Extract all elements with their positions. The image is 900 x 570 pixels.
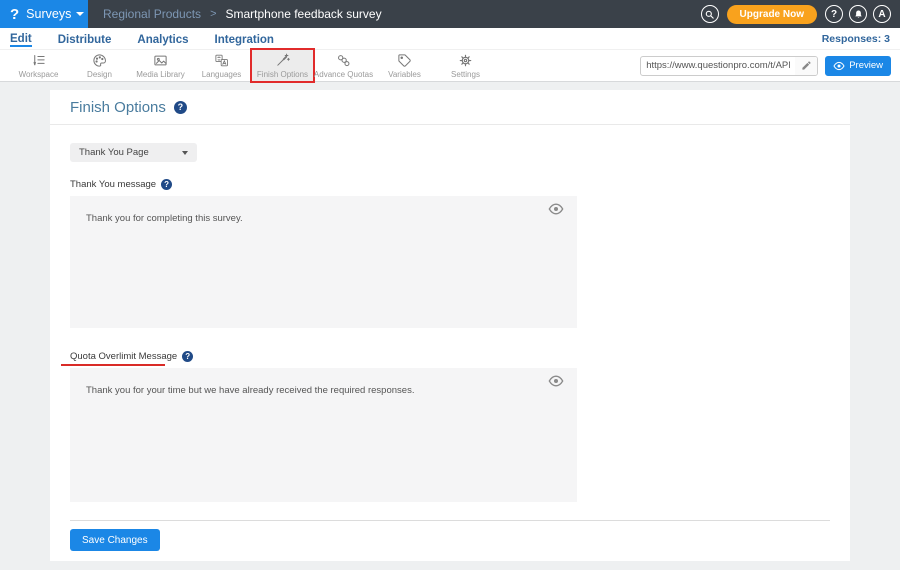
survey-url-box [640,56,818,76]
help-button[interactable]: ? [825,5,843,23]
toolbar-item-settings[interactable]: Settings [435,50,496,81]
quota-overlimit-label-text: Quota Overlimit Message [70,351,177,362]
toolbar-item-media-library[interactable]: Media Library [130,50,191,81]
top-bar: ? Surveys Regional Products > Smartphone… [0,0,900,28]
chevron-down-icon [76,12,84,16]
toolbar-item-label: Design [87,70,112,79]
breadcrumb-survey-title: Smartphone feedback survey [226,7,382,21]
thank-you-preview-button[interactable] [547,201,564,218]
question-mark-icon: ? [831,9,837,20]
thank-you-message-section: Thank You message ? Thank you for comple… [70,179,830,328]
toolbar-item-workspace[interactable]: Workspace [8,50,69,81]
survey-url-input[interactable] [641,60,795,71]
toolbar-item-languages[interactable]: Languages [191,50,252,81]
toolbar-item-variables[interactable]: Variables [374,50,435,81]
bell-icon [853,9,864,20]
image-icon [153,53,168,68]
search-icon [704,9,715,20]
toolbar-item-design[interactable]: Design [69,50,130,81]
toolbar-item-label: Variables [388,70,421,79]
avatar-initial: A [878,9,885,20]
chain-icon [336,53,351,68]
tab-integration[interactable]: Integration [215,32,274,46]
thank-you-message-textarea[interactable]: Thank you for completing this survey. [70,196,577,328]
toolbar-right: Preview [640,56,900,76]
chevron-down-icon [182,151,188,155]
footer-divider [70,520,830,521]
surveys-menu[interactable]: Surveys [26,7,84,21]
responses-count[interactable]: Responses: 3 [822,33,890,45]
tab-distribute[interactable]: Distribute [58,32,112,46]
pencil-icon [801,60,812,71]
palette-icon [92,53,107,68]
quota-overlimit-preview-button[interactable] [547,373,564,390]
quota-overlimit-section: Quota Overlimit Message ? Thank you for … [70,351,830,502]
surveys-menu-label: Surveys [26,7,71,21]
tag-icon [397,53,412,68]
quota-overlimit-label-row: Quota Overlimit Message ? [70,351,830,362]
thank-you-message-field-wrap: Thank you for completing this survey. [70,196,577,328]
panel-header: Finish Options ? [50,90,850,125]
toolbar-item-advance-quotas[interactable]: Advance Quotas [313,50,374,81]
toolbar-item-label: Languages [202,70,242,79]
thank-you-help-icon[interactable]: ? [161,179,172,190]
account-avatar[interactable]: A [873,5,891,23]
breadcrumb-separator: > [210,8,216,20]
survey-nav-tabs: Edit Distribute Analytics Integration Re… [0,28,900,49]
workspace-icon [31,53,46,68]
finish-options-help-icon[interactable]: ? [174,101,187,114]
page-title: Finish Options [70,99,166,116]
app-logo-menu[interactable]: ? Surveys [0,0,88,28]
gear-icon [458,53,473,68]
finish-type-dropdown[interactable]: Thank You Page [70,143,197,162]
thank-you-message-label: Thank You message [70,179,156,190]
quota-overlimit-label: Quota Overlimit Message [70,351,177,362]
edit-toolbar: Workspace Design Media Library Languages [0,49,900,82]
search-button[interactable] [701,5,719,23]
eye-icon [833,60,845,72]
toolbar-item-label: Workspace [19,70,59,79]
edit-url-button[interactable] [795,57,817,75]
toolbar-item-label: Settings [451,70,480,79]
annotation-red-underline [61,364,165,366]
page-content: Finish Options ? Thank You Page Thank Yo… [0,82,900,561]
topbar-actions: Upgrade Now ? A [701,0,900,28]
toolbar-item-label: Finish Options [257,70,308,79]
quota-overlimit-field-wrap: Thank you for your time but we have alre… [70,368,577,502]
breadcrumb: Regional Products > Smartphone feedback … [103,0,382,28]
toolbar-item-label: Advance Quotas [314,70,373,79]
upgrade-now-button[interactable]: Upgrade Now [727,5,817,24]
translate-icon [214,53,229,68]
toolbar-item-label: Media Library [136,70,184,79]
eye-icon [548,373,564,389]
breadcrumb-folder[interactable]: Regional Products [103,7,201,21]
tab-edit[interactable]: Edit [10,31,32,47]
eye-icon [548,201,564,217]
panel-body: Thank You Page Thank You message ? Thank… [50,125,850,551]
toolbar-item-finish-options[interactable]: Finish Options [252,50,313,81]
tab-analytics[interactable]: Analytics [137,32,188,46]
preview-button[interactable]: Preview [825,56,891,76]
notifications-button[interactable] [849,5,867,23]
finish-options-panel: Finish Options ? Thank You Page Thank Yo… [50,90,850,561]
save-changes-button[interactable]: Save Changes [70,529,160,551]
quota-overlimit-help-icon[interactable]: ? [182,351,193,362]
questionpro-logo-icon: ? [10,7,19,22]
thank-you-message-label-row: Thank You message ? [70,179,830,190]
preview-button-label: Preview [849,60,883,71]
magic-wand-icon [275,53,290,68]
finish-type-selected-value: Thank You Page [79,147,149,158]
quota-overlimit-textarea[interactable]: Thank you for your time but we have alre… [70,368,577,502]
